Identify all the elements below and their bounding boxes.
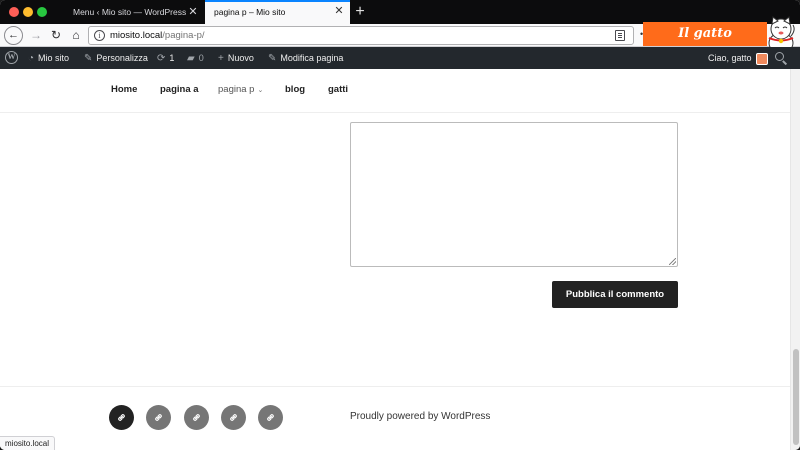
address-bar[interactable]: i miosito.local/pagina-p/: [88, 26, 634, 45]
search-icon[interactable]: [775, 52, 784, 61]
brush-icon: ✎: [84, 52, 93, 64]
home-icon[interactable]: ⌂: [66, 26, 86, 45]
wordpress-logo-icon[interactable]: W: [5, 51, 18, 64]
link-icon: [155, 414, 162, 421]
tab-title: pagina p – Mio sito: [214, 7, 286, 17]
edit-page-label: Modifica pagina: [280, 53, 344, 63]
admin-bar-comments[interactable]: ▰ 0: [187, 47, 204, 69]
site-name: Mio sito: [38, 53, 70, 63]
logo-banner: Il gatto WordPress: [643, 22, 767, 65]
link-icon: [230, 414, 237, 421]
url-host: miosito.local: [110, 30, 163, 41]
updates-icon: ⟳: [157, 52, 166, 64]
resize-handle-icon[interactable]: [669, 258, 676, 265]
admin-bar-new[interactable]: + Nuovo: [218, 47, 254, 69]
tab-pagina-p[interactable]: pagina p – Mio sito: [205, 0, 350, 24]
avatar: [755, 52, 768, 65]
reload-icon[interactable]: ↻: [46, 26, 66, 45]
comments-count: 0: [198, 53, 204, 63]
url-text[interactable]: miosito.local/pagina-p/: [110, 27, 205, 44]
comment-bubble-icon: ▰: [187, 52, 195, 64]
chevron-down-icon: ⌄: [257, 87, 264, 94]
dashboard-icon: ◔: [28, 52, 35, 64]
new-label: Nuovo: [227, 53, 254, 63]
menu-item-pagina-p[interactable]: pagina p ⌄: [218, 82, 263, 99]
url-path: /pagina-p/: [162, 30, 205, 41]
wp-admin-bar: W ◔ Mio sito ✎ Personalizza ⟳ 1 ▰ 0 + Nuovo ✎…: [0, 47, 800, 69]
plus-icon: +: [218, 52, 224, 64]
menu-item-pagina-a[interactable]: pagina a: [160, 82, 199, 98]
customize-label: Personalizza: [96, 53, 148, 63]
comment-textarea[interactable]: [350, 122, 678, 267]
tab-wordpress-menu[interactable]: Menu ‹ Mio sito — WordPress: [64, 0, 205, 24]
admin-bar-account[interactable]: Ciao, gatto: [708, 47, 768, 69]
social-link-3[interactable]: [184, 405, 209, 430]
submit-comment-button[interactable]: Pubblica il commento: [552, 281, 678, 308]
menu-item-label: pagina p: [218, 84, 255, 95]
info-icon[interactable]: i: [94, 30, 105, 41]
greeting: Ciao, gatto: [708, 53, 752, 63]
updates-count: 1: [169, 53, 175, 63]
admin-bar-customize[interactable]: ✎ Personalizza: [84, 47, 148, 69]
social-link-1[interactable]: [109, 405, 134, 430]
menu-item-blog[interactable]: blog: [285, 82, 305, 98]
admin-bar-site[interactable]: ◔ Mio sito: [28, 47, 69, 69]
pencil-icon: ✎: [268, 52, 277, 64]
link-icon: [193, 414, 200, 421]
close-tab-icon[interactable]: ✕: [186, 0, 200, 24]
reader-view-icon[interactable]: [615, 30, 625, 41]
tab-title: Menu ‹ Mio sito — WordPress: [73, 7, 187, 17]
minimize-window-button[interactable]: [23, 7, 33, 17]
back-arrow-icon[interactable]: ←: [4, 26, 23, 45]
admin-bar-updates[interactable]: ⟳ 1: [157, 47, 174, 69]
scrollbar-thumb[interactable]: [793, 349, 799, 445]
forward-arrow-icon[interactable]: →: [26, 26, 46, 45]
maximize-window-button[interactable]: [37, 7, 47, 17]
status-bar-url: miosito.local: [0, 436, 56, 450]
link-icon: [118, 414, 125, 421]
powered-by-link[interactable]: Proudly powered by WordPress: [350, 411, 490, 422]
social-link-5[interactable]: [258, 405, 283, 430]
menu-item-home[interactable]: Home: [111, 82, 137, 98]
page-content: Home pagina a pagina p ⌄ blog gatti Pubbl…: [0, 69, 790, 450]
new-tab-button[interactable]: +: [352, 0, 368, 24]
social-link-4[interactable]: [221, 405, 246, 430]
footer-divider: [0, 386, 790, 387]
link-icon: [267, 414, 274, 421]
browser-window: Menu ‹ Mio sito — WordPress ✕ pagina p –…: [0, 0, 800, 450]
menu-item-gatti[interactable]: gatti: [328, 82, 348, 98]
tab-bar: Menu ‹ Mio sito — WordPress ✕ pagina p –…: [0, 0, 800, 24]
social-link-2[interactable]: [146, 405, 171, 430]
site-navigation: Home pagina a pagina p ⌄ blog gatti: [0, 69, 790, 113]
close-window-button[interactable]: [9, 7, 19, 17]
admin-bar-edit-page[interactable]: ✎ Modifica pagina: [268, 47, 343, 69]
close-tab-icon[interactable]: ✕: [332, 0, 346, 24]
vertical-scrollbar[interactable]: [790, 69, 800, 450]
